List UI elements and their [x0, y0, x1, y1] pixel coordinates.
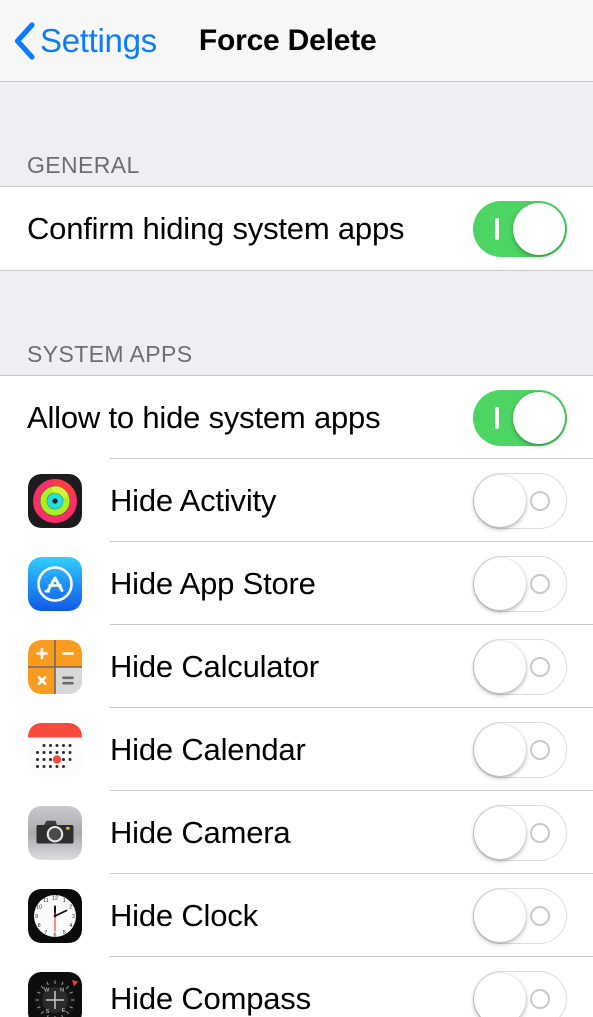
chevron-left-icon [13, 21, 35, 60]
row-hide-clock[interactable]: 12 1 2 3 4 5 6 7 8 9 10 11 Hide Clock [0, 874, 593, 957]
svg-text:9: 9 [35, 913, 38, 919]
toggle-knob [474, 474, 526, 527]
row-label: Allow to hide system apps [27, 400, 381, 435]
toggle-off-mark-icon [530, 656, 550, 677]
toggle-hide-compass[interactable] [473, 970, 567, 1017]
toggle-off-mark-icon [530, 739, 550, 760]
toggle-off-mark-icon [530, 822, 550, 843]
toggle-hide-calendar[interactable] [473, 721, 567, 778]
row-label: Hide App Store [110, 566, 316, 601]
row-label: Hide Calculator [110, 649, 319, 684]
toggle-hide-clock[interactable] [473, 887, 567, 944]
toggle-hide-camera[interactable] [473, 804, 567, 861]
app-store-app-icon [28, 556, 82, 611]
calculator-app-icon [28, 639, 82, 694]
toggle-hide-activity[interactable] [473, 472, 567, 529]
settings-screen: Settings Force Delete GENERAL Confirm hi… [0, 0, 593, 1017]
row-label: Confirm hiding system apps [27, 211, 405, 246]
row-hide-calendar[interactable]: Hide Calendar [0, 708, 593, 791]
clock-app-icon: 12 1 2 3 4 5 6 7 8 9 10 11 [28, 888, 82, 943]
row-confirm-hiding-system-apps[interactable]: Confirm hiding system apps [0, 187, 593, 270]
svg-text:W: W [44, 987, 50, 993]
toggle-off-mark-icon [530, 988, 550, 1009]
svg-text:4: 4 [69, 923, 72, 929]
svg-text:2: 2 [69, 904, 72, 910]
toggle-knob [474, 723, 526, 776]
svg-text:7: 7 [44, 929, 47, 935]
back-button[interactable]: Settings [13, 0, 157, 81]
svg-text:1: 1 [63, 897, 66, 903]
section-header-system-apps-label: SYSTEM APPS [27, 341, 193, 367]
svg-text:3: 3 [72, 913, 75, 919]
row-hide-camera[interactable]: Hide Camera [0, 791, 593, 874]
svg-text:11: 11 [43, 897, 49, 903]
row-hide-activity[interactable]: Hide Activity [0, 459, 593, 542]
toggle-confirm-hiding-system-apps[interactable] [473, 200, 567, 257]
section-header-system-apps: SYSTEM APPS [0, 325, 593, 375]
compass-app-icon: N E S W [28, 971, 82, 1017]
svg-text:N: N [60, 987, 64, 993]
group-system-apps: Allow to hide system apps Hide Activity … [0, 375, 593, 1017]
row-allow-to-hide-system-apps[interactable]: Allow to hide system apps [0, 376, 593, 459]
section-header-general: GENERAL [0, 136, 593, 186]
row-label: Hide Activity [110, 483, 277, 518]
toggle-knob [513, 202, 565, 255]
toggle-on-mark-icon [495, 217, 499, 240]
navigation-bar: Settings Force Delete [0, 0, 593, 82]
section-spacer-middle [0, 271, 593, 325]
toggle-knob [474, 806, 526, 859]
row-label: Hide Clock [110, 898, 258, 933]
toggle-off-mark-icon [530, 905, 550, 926]
toggle-knob [513, 391, 565, 444]
calendar-app-icon [28, 722, 82, 777]
toggle-allow-to-hide-system-apps[interactable] [473, 389, 567, 446]
svg-text:8: 8 [38, 923, 41, 929]
row-label: Hide Compass [110, 981, 311, 1016]
toggle-knob [474, 889, 526, 942]
svg-text:E: E [62, 1008, 66, 1014]
svg-text:5: 5 [63, 929, 66, 935]
svg-text:S: S [46, 1009, 50, 1015]
back-button-label: Settings [40, 22, 157, 59]
group-general: Confirm hiding system apps [0, 186, 593, 271]
toggle-knob [474, 640, 526, 693]
section-header-general-label: GENERAL [27, 152, 140, 178]
camera-app-icon [28, 805, 82, 860]
toggle-off-mark-icon [530, 573, 550, 594]
row-hide-compass[interactable]: N E S W Hide Compass [0, 957, 593, 1017]
toggle-off-mark-icon [530, 490, 550, 511]
svg-text:12: 12 [52, 895, 58, 901]
svg-text:6: 6 [54, 932, 57, 938]
toggle-knob [474, 557, 526, 610]
row-hide-calculator[interactable]: Hide Calculator [0, 625, 593, 708]
section-spacer-top [0, 82, 593, 136]
activity-app-icon [28, 473, 82, 528]
row-label: Hide Camera [110, 815, 291, 850]
toggle-knob [474, 972, 526, 1017]
row-label: Hide Calendar [110, 732, 306, 767]
page-title: Force Delete [198, 23, 377, 57]
row-hide-app-store[interactable]: Hide App Store [0, 542, 593, 625]
toggle-hide-calculator[interactable] [473, 638, 567, 695]
toggle-on-mark-icon [495, 406, 499, 429]
svg-text:10: 10 [36, 904, 42, 910]
toggle-hide-app-store[interactable] [473, 555, 567, 612]
